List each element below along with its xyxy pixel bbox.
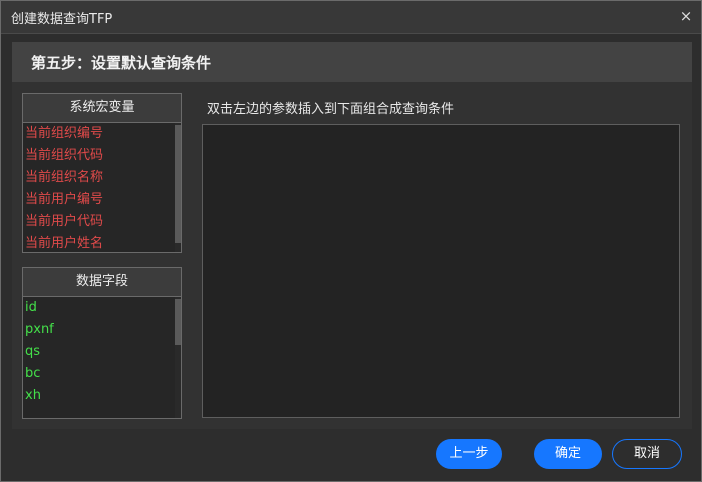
macro-item[interactable]: 当前用户姓名 <box>23 233 175 252</box>
macro-item[interactable]: 当前组织代码 <box>23 145 175 167</box>
macro-list: 当前组织编号 当前组织代码 当前组织名称 当前用户编号 当前用户代码 当前用户姓… <box>23 123 175 252</box>
query-condition-input[interactable] <box>202 124 680 418</box>
macro-variables-panel: 系统宏变量 当前组织编号 当前组织代码 当前组织名称 当前用户编号 当前用户代码… <box>22 93 182 253</box>
macro-item[interactable]: 当前组织编号 <box>23 123 175 145</box>
fields-scrollbar-thumb[interactable] <box>175 299 181 345</box>
cancel-button[interactable]: 取消 <box>612 439 682 469</box>
field-item[interactable]: pxnf <box>23 319 175 341</box>
step-title: 第五步：设置默认查询条件 <box>31 54 212 72</box>
macro-scrollbar[interactable] <box>175 123 181 252</box>
field-item[interactable]: id <box>23 297 175 319</box>
field-item[interactable]: qs <box>23 341 175 363</box>
step-header: 第五步：设置默认查询条件 <box>12 42 692 82</box>
prev-step-button[interactable]: 上一步 <box>436 439 502 469</box>
macro-item[interactable]: 当前组织名称 <box>23 167 175 189</box>
data-fields-panel: 数据字段 id pxnf qs bc xh <box>22 267 182 419</box>
macro-panel-header: 系统宏变量 <box>23 94 181 123</box>
fields-list: id pxnf qs bc xh <box>23 297 175 418</box>
field-item[interactable]: xh <box>23 385 175 407</box>
macro-scrollbar-thumb[interactable] <box>175 125 181 243</box>
condition-hint: 双击左边的参数插入到下面组合成查询条件 <box>207 102 455 117</box>
macro-item[interactable]: 当前用户编号 <box>23 189 175 211</box>
field-item[interactable]: bc <box>23 363 175 385</box>
fields-panel-header: 数据字段 <box>23 268 181 297</box>
confirm-button[interactable]: 确定 <box>534 439 602 469</box>
close-icon[interactable]: × <box>677 7 695 25</box>
macro-item[interactable]: 当前用户代码 <box>23 211 175 233</box>
create-query-dialog: 创建数据查询TFP × 第五步：设置默认查询条件 系统宏变量 当前组织编号 当前… <box>0 0 702 482</box>
title-bar: 创建数据查询TFP × <box>1 1 701 34</box>
fields-scrollbar[interactable] <box>175 297 181 418</box>
window-title: 创建数据查询TFP <box>11 12 113 27</box>
